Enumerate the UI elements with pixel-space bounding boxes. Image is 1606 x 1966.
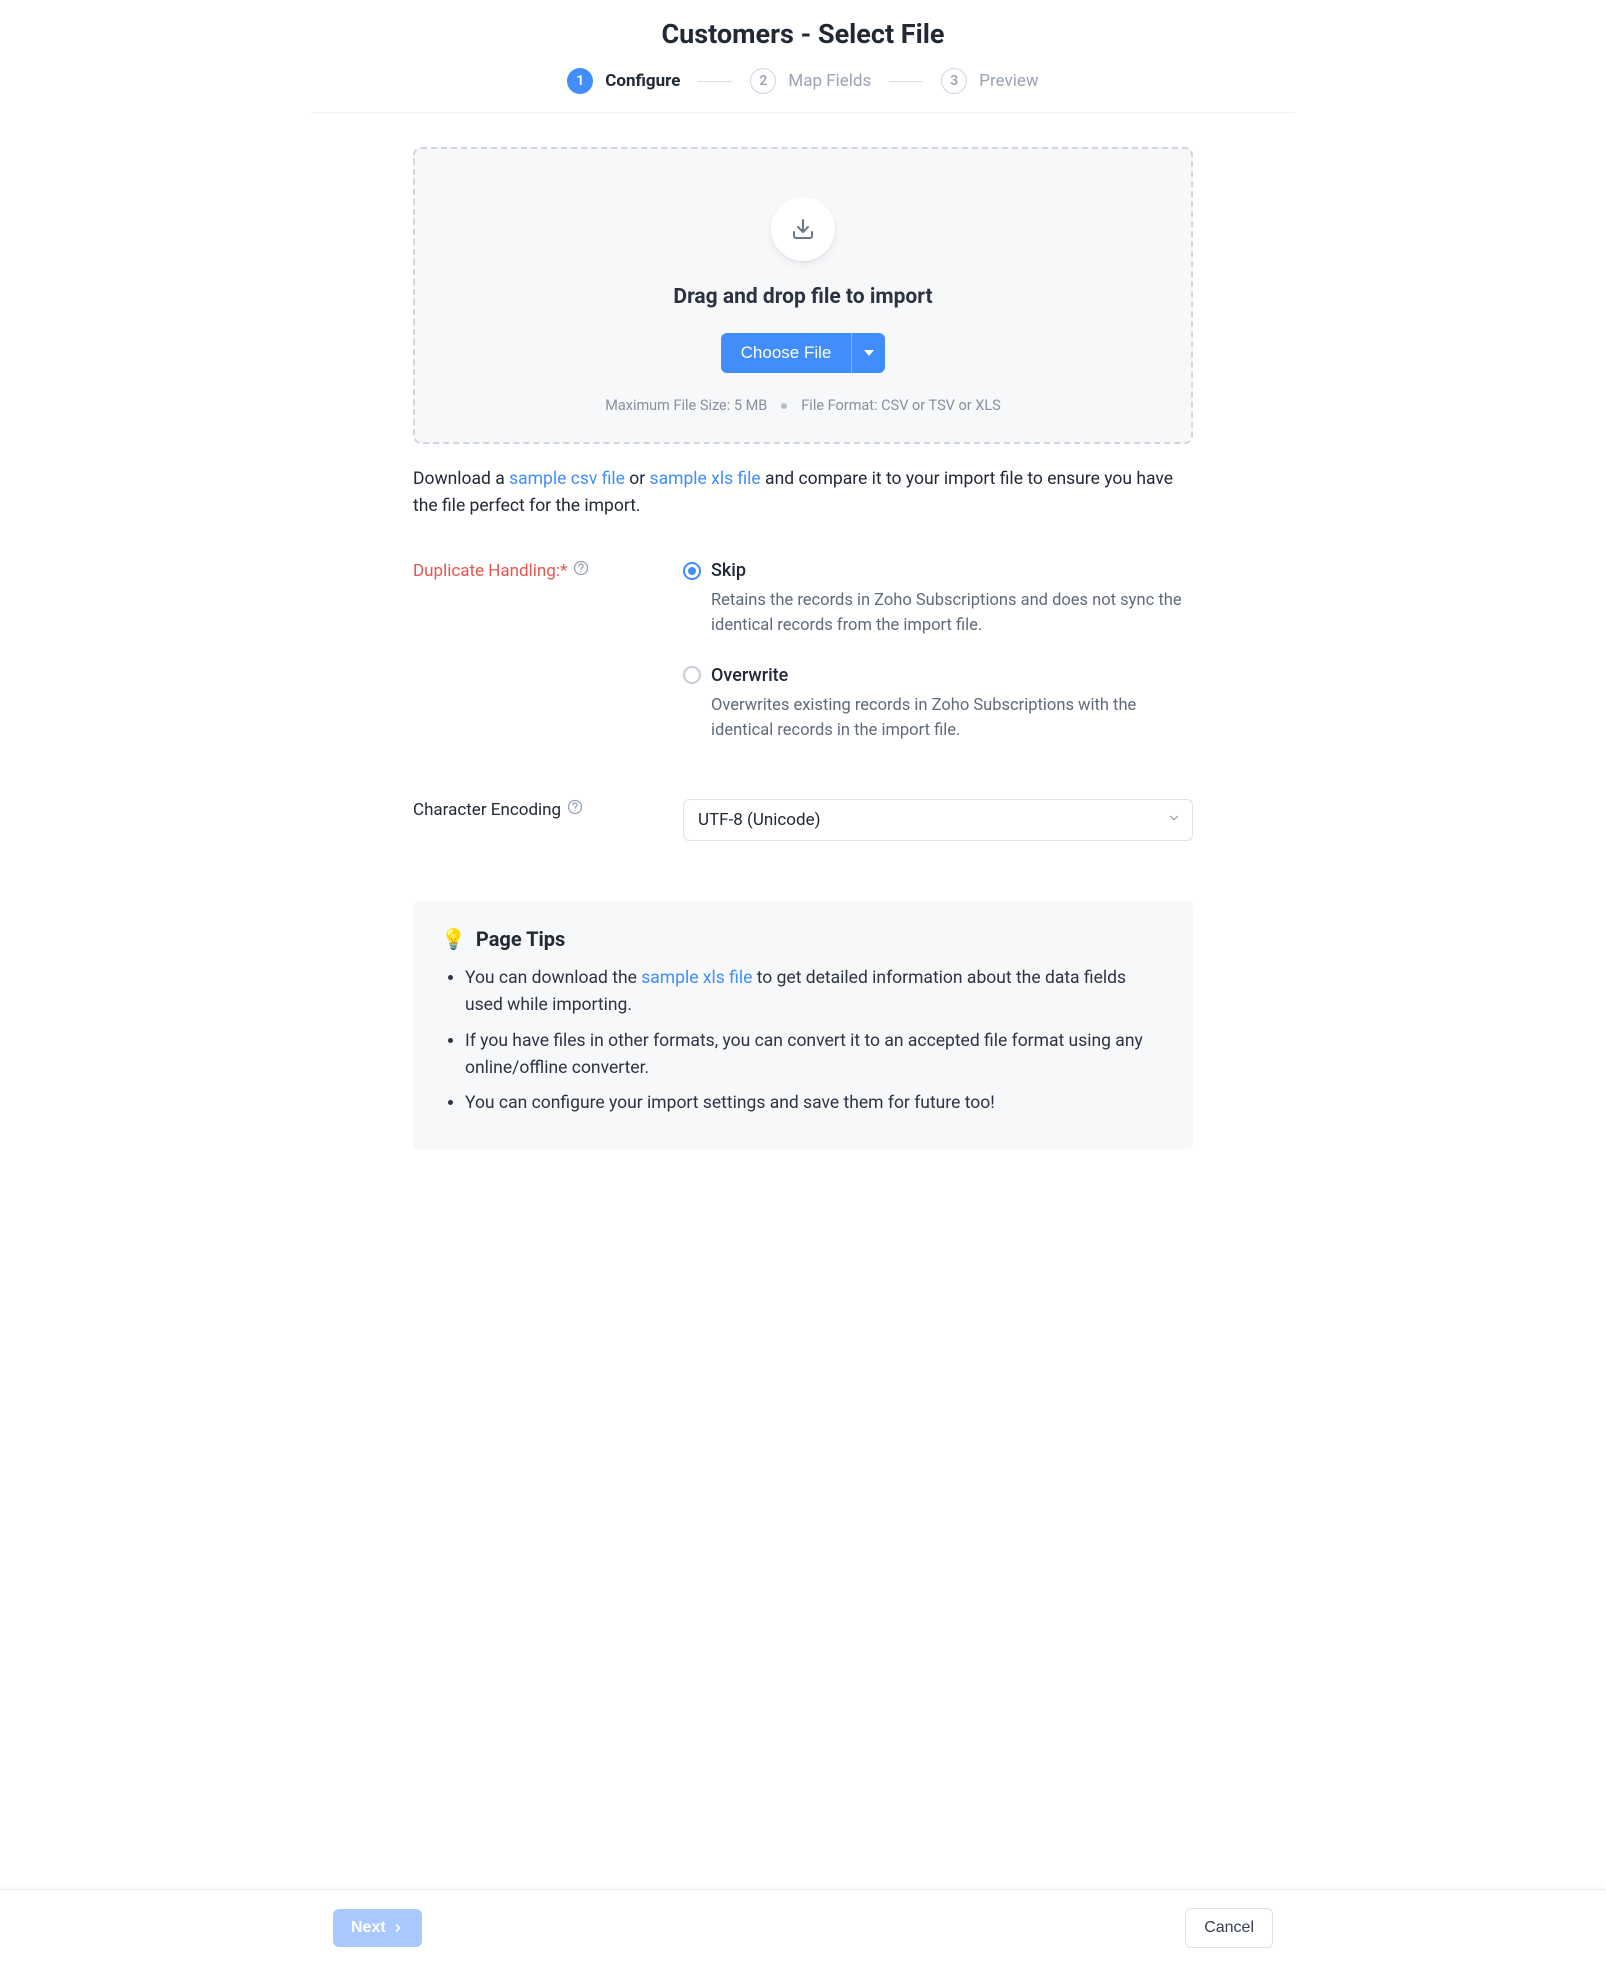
download-icon	[771, 197, 835, 261]
encoding-select[interactable]: UTF-8 (Unicode)	[683, 799, 1193, 841]
stepper: 1 Configure 2 Map Fields 3 Preview	[311, 68, 1295, 94]
text: Download a	[413, 469, 509, 489]
download-sample-line: Download a sample csv file or sample xls…	[413, 466, 1193, 520]
choose-file-button[interactable]: Choose File	[721, 333, 852, 373]
step-configure: 1 Configure	[567, 68, 680, 94]
bulb-icon: 💡	[441, 927, 466, 951]
radio-title: Skip	[711, 560, 746, 581]
radio-input[interactable]	[683, 666, 701, 684]
step-label: Map Fields	[788, 71, 871, 91]
file-dropzone[interactable]: Drag and drop file to import Choose File…	[413, 147, 1193, 444]
sample-csv-link[interactable]: sample csv file	[509, 469, 625, 489]
page-title: Customers - Select File	[311, 18, 1295, 50]
header-rule	[311, 112, 1295, 113]
text: You can configure your import settings a…	[465, 1093, 995, 1113]
page-tips-panel: 💡 Page Tips You can download the sample …	[413, 901, 1193, 1149]
radio-title: Overwrite	[711, 665, 788, 686]
tip-sample-xls-link[interactable]: sample xls file	[641, 968, 752, 988]
chevron-down-icon	[1167, 810, 1181, 830]
dot-separator	[781, 403, 787, 409]
radio-desc: Overwrites existing records in Zoho Subs…	[711, 694, 1193, 744]
button-label: Next	[351, 1919, 386, 1937]
duplicate-label: Duplicate Handling:*	[413, 560, 683, 581]
select-value: UTF-8 (Unicode)	[698, 810, 821, 830]
dropzone-heading: Drag and drop file to import	[439, 285, 1167, 309]
radio-skip[interactable]: Skip Retains the records in Zoho Subscri…	[683, 560, 1193, 639]
max-size-text: Maximum File Size: 5 MB	[605, 397, 767, 414]
encoding-label: Character Encoding	[413, 799, 683, 820]
file-format-text: File Format: CSV or TSV or XLS	[801, 397, 1001, 414]
text: or	[625, 469, 650, 489]
tip-item: You can configure your import settings a…	[465, 1090, 1165, 1117]
label-text: Duplicate Handling:*	[413, 561, 567, 581]
step-number: 3	[941, 68, 967, 94]
radio-overwrite[interactable]: Overwrite Overwrites existing records in…	[683, 665, 1193, 744]
chevron-down-icon	[864, 350, 874, 356]
radio-input[interactable]	[683, 562, 701, 580]
text: You can download the	[465, 968, 641, 988]
cancel-button[interactable]: Cancel	[1185, 1908, 1273, 1948]
step-label: Configure	[605, 71, 680, 91]
footer-bar: Next Cancel	[0, 1889, 1606, 1966]
text: If you have files in other formats, you …	[465, 1031, 1143, 1078]
help-icon[interactable]	[573, 560, 589, 581]
tip-item: You can download the sample xls file to …	[465, 965, 1165, 1019]
chevron-right-icon	[392, 1922, 404, 1934]
help-icon[interactable]	[567, 799, 583, 820]
step-label: Preview	[979, 71, 1038, 91]
sample-xls-link[interactable]: sample xls file	[650, 469, 761, 489]
step-number: 1	[567, 68, 593, 94]
step-preview: 3 Preview	[941, 68, 1038, 94]
choose-file-dropdown[interactable]	[851, 333, 885, 373]
step-divider	[698, 81, 732, 82]
step-number: 2	[750, 68, 776, 94]
tips-heading: Page Tips	[476, 927, 565, 951]
next-button[interactable]: Next	[333, 1909, 422, 1947]
radio-desc: Retains the records in Zoho Subscription…	[711, 589, 1193, 639]
tip-item: If you have files in other formats, you …	[465, 1028, 1165, 1082]
step-map-fields: 2 Map Fields	[750, 68, 871, 94]
step-divider	[889, 81, 923, 82]
label-text: Character Encoding	[413, 800, 561, 820]
